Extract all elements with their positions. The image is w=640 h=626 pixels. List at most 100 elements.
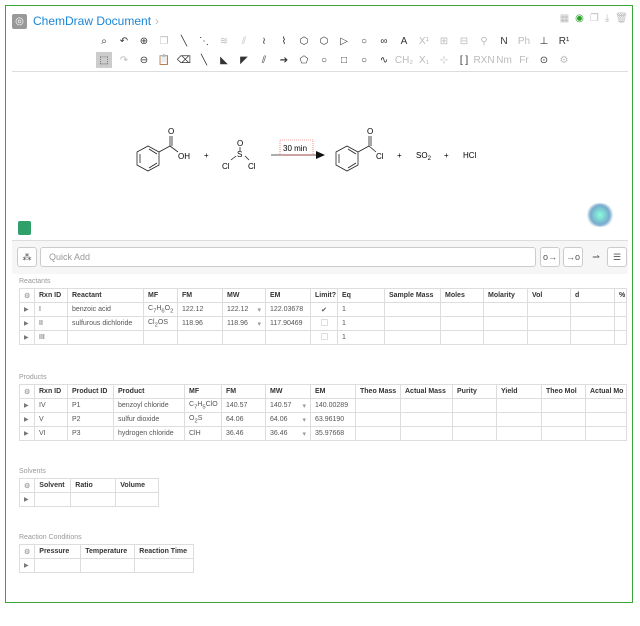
column-header[interactable]: Purity (452, 384, 497, 399)
benzoyl-chloride-structure[interactable] (335, 136, 377, 172)
table-cell[interactable] (570, 302, 615, 317)
expand-row-icon[interactable]: ▶ (19, 302, 35, 317)
clipboard-icon[interactable] (18, 221, 31, 235)
table-cell[interactable] (483, 302, 528, 317)
ph-icon[interactable]: Ph (516, 33, 532, 49)
expand-row-icon[interactable]: ▶ (18, 558, 36, 573)
copy-icon[interactable]: ❐ (156, 33, 172, 49)
table-cell[interactable]: sulfur dioxide (113, 412, 185, 427)
table-row[interactable]: ▶ Ibenzoic acid C7H6O2 122.12 122.12 ▾ 122.036… (19, 302, 627, 317)
chain-icon[interactable]: ⌇ (276, 33, 292, 49)
table-cell[interactable]: benzoyl chloride (113, 398, 185, 413)
template2-icon[interactable]: ⊟ (456, 33, 472, 49)
table-cell[interactable] (80, 558, 136, 573)
column-header[interactable]: Rxn ID (34, 384, 68, 399)
table-cell[interactable] (355, 412, 401, 427)
table-cell[interactable] (614, 330, 627, 345)
table-cell[interactable] (496, 412, 542, 427)
charge-icon[interactable]: ⊙ (536, 52, 552, 68)
table-cell[interactable] (585, 398, 627, 413)
column-header[interactable]: Vol (527, 288, 571, 303)
table-cell[interactable] (614, 316, 627, 331)
table-cell[interactable]: 117.90469 (265, 316, 311, 331)
chevron-right-icon[interactable]: › (155, 14, 159, 28)
grid-icon[interactable]: ⊹ (436, 52, 452, 68)
column-header[interactable]: Pressure (34, 544, 82, 559)
table-icon[interactable]: ▦ (560, 13, 569, 24)
expand-row-icon[interactable]: ▶ (19, 426, 35, 441)
column-header[interactable]: d (570, 288, 615, 303)
column-header[interactable]: Reactant (67, 288, 144, 303)
table-cell[interactable]: IV (34, 398, 68, 413)
quick-add-input[interactable]: Quick Add (40, 247, 536, 267)
table-cell[interactable] (222, 330, 266, 345)
table-row[interactable]: ▶ (18, 558, 195, 573)
column-header[interactable]: MF (184, 384, 222, 399)
table-row[interactable]: ▶ II sulfurous dichloride Cl2OS 118.96 118.96… (19, 316, 627, 331)
column-header[interactable]: % (614, 288, 627, 303)
table-cell[interactable]: III (34, 330, 68, 345)
superscript-icon[interactable]: X¹ (416, 33, 432, 49)
triple-bond-icon[interactable]: ≋ (216, 33, 232, 49)
add-reactant-icon[interactable]: o→ (540, 247, 560, 267)
table-cell[interactable] (570, 330, 615, 345)
table-cell[interactable] (70, 492, 117, 507)
lasso-icon[interactable]: ⌕ (96, 33, 112, 49)
table-cell[interactable] (452, 426, 497, 441)
table-cell[interactable] (452, 412, 497, 427)
gear-icon[interactable]: ⚙ (18, 478, 36, 493)
wavy-bond-icon[interactable]: ≀ (256, 33, 272, 49)
column-header[interactable]: Sample Mass (384, 288, 441, 303)
table-cell[interactable] (143, 330, 178, 345)
template-icon[interactable]: ⊞ (436, 33, 452, 49)
zoom-out-icon[interactable]: ⊖ (136, 52, 152, 68)
table-cell[interactable] (400, 398, 453, 413)
column-header[interactable]: Product ID (67, 384, 114, 399)
table-cell[interactable] (384, 330, 441, 345)
cyclohexane-icon[interactable]: ⬡ (316, 33, 332, 49)
cycloheptane-icon[interactable]: ○ (316, 52, 332, 68)
download-icon[interactable]: ⤓ (605, 13, 609, 24)
column-header[interactable]: Moles (440, 288, 484, 303)
expand-row-icon[interactable]: ▶ (18, 492, 36, 507)
column-header[interactable]: Actual Mass (400, 384, 453, 399)
table-cell[interactable] (355, 398, 401, 413)
table-cell[interactable]: O2S (184, 412, 222, 427)
wedge-bond-icon[interactable]: ◣ (216, 52, 232, 68)
table-cell[interactable] (496, 398, 542, 413)
table-cell[interactable] (541, 398, 586, 413)
table-cell[interactable] (34, 558, 82, 573)
table-cell[interactable]: hydrogen chloride (113, 426, 185, 441)
delete-icon[interactable]: 🗑 (615, 13, 628, 24)
table-cell[interactable]: 36.46 ▾ (265, 426, 311, 441)
expand-row-icon[interactable]: ▶ (19, 316, 35, 331)
table-cell[interactable]: 36.46 (221, 426, 266, 441)
paste-icon[interactable]: 📋 (156, 52, 172, 68)
table-cell[interactable]: 118.96 ▾ (222, 316, 266, 331)
column-header[interactable]: Eq (337, 288, 385, 303)
duplicate-icon[interactable]: ❐ (590, 13, 599, 24)
column-header[interactable]: Actual Mo (585, 384, 627, 399)
table-cell[interactable] (585, 412, 627, 427)
table-cell[interactable] (440, 316, 484, 331)
structure-clean-icon[interactable]: ⚲ (476, 33, 492, 49)
document-title[interactable]: ChemDraw Document (33, 14, 151, 28)
column-header[interactable]: Theo Mass (355, 384, 401, 399)
view-toggle-icon[interactable]: ◉ (575, 13, 584, 24)
table-cell[interactable] (527, 302, 571, 317)
double-bond-icon[interactable]: ⫽ (256, 52, 272, 68)
column-header[interactable]: MW (222, 288, 266, 303)
table-cell[interactable] (496, 426, 542, 441)
cyclooctane-icon[interactable]: ○ (356, 52, 372, 68)
table-cell[interactable]: benzoic acid (67, 302, 144, 317)
name-to-structure-icon[interactable]: N (496, 33, 512, 49)
table-cell[interactable] (67, 330, 144, 345)
table-cell[interactable] (483, 316, 528, 331)
ch2-icon[interactable]: CH₂ (395, 52, 413, 68)
table-cell[interactable] (585, 426, 627, 441)
bold-bond-icon[interactable]: ╲ (196, 52, 212, 68)
gear-icon[interactable]: ⚙ (18, 544, 36, 559)
table-cell[interactable] (400, 426, 453, 441)
settings-icon[interactable]: ⚙ (556, 52, 572, 68)
table-cell[interactable]: P1 (67, 398, 114, 413)
